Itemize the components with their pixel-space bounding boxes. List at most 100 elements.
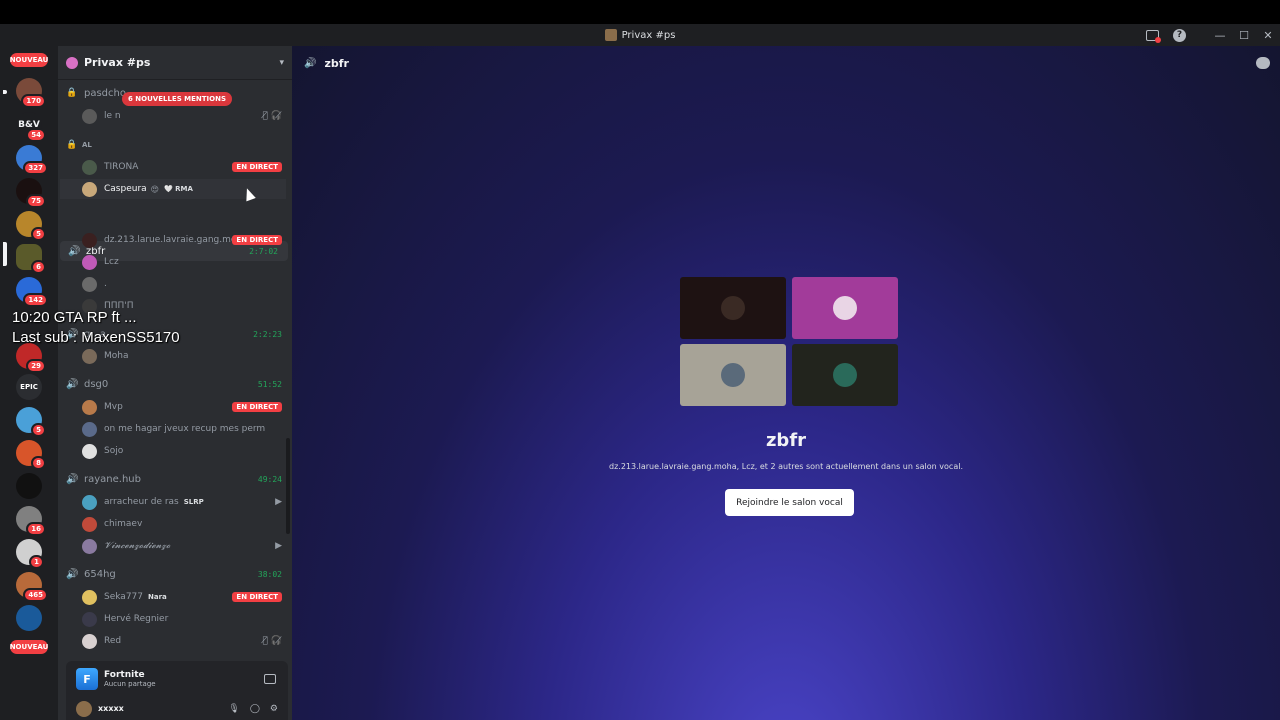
mention-badge: 16 bbox=[26, 522, 46, 536]
server-icon-6-selected[interactable]: 6 bbox=[16, 244, 46, 274]
avatar bbox=[82, 348, 97, 364]
avatar[interactable] bbox=[76, 700, 92, 717]
user-name: 𝓥𝓲𝓷𝓬𝓮𝓷𝔃𝓸𝓭𝓲𝓮𝓷𝔃𝓸 bbox=[104, 541, 171, 551]
server-icon-bv[interactable]: B&V 54 bbox=[16, 112, 46, 142]
participant-tiles bbox=[680, 277, 900, 407]
mention-badge: 5 bbox=[31, 423, 46, 437]
speaker-icon: 🔊 bbox=[66, 378, 79, 390]
server-icon-4[interactable]: 75 bbox=[16, 178, 46, 208]
voice-user[interactable]: dz.213.larue.lavraie.gang.moha EN DIRECT bbox=[58, 230, 292, 250]
user-name: Mvp bbox=[104, 402, 123, 412]
channel-name: 654hg bbox=[84, 568, 116, 580]
server-icon-11[interactable]: 8 bbox=[16, 440, 46, 470]
minimize-icon[interactable]: — bbox=[1208, 29, 1232, 42]
muted-deafened-icons: 🎙̸ 🎧̸ bbox=[262, 636, 282, 646]
voice-channel-rayane[interactable]: 🔊 rayane.hub 49:24 bbox=[58, 469, 292, 489]
participant-tile[interactable] bbox=[680, 344, 786, 406]
voice-user[interactable]: 𝓥𝓲𝓷𝓬𝓮𝓷𝔃𝓸𝓭𝓲𝓮𝓷𝔃𝓸 ▶ bbox=[58, 536, 292, 556]
speaker-icon: 🔊 bbox=[304, 57, 317, 69]
live-badge: EN DIRECT bbox=[232, 402, 282, 412]
user-name: Red bbox=[104, 636, 122, 646]
server-icon-10[interactable]: 5 bbox=[16, 407, 46, 437]
participant-tile[interactable] bbox=[792, 277, 898, 339]
voice-channel-dsg0[interactable]: 🔊 dsg0 51:52 bbox=[58, 374, 292, 394]
chevron-down-icon[interactable]: ▾ bbox=[279, 58, 284, 68]
epic-games-server[interactable]: EPIC bbox=[16, 374, 42, 400]
overlay-line-1: 10:20 GTA RP ft ... bbox=[12, 309, 137, 326]
new-badge-top[interactable]: NOUVEAU bbox=[10, 53, 48, 67]
window-controls: ? — ☐ ✕ bbox=[1146, 24, 1280, 46]
participant-tile[interactable] bbox=[792, 344, 898, 406]
headphones-icon[interactable]: ◯ bbox=[250, 704, 260, 714]
mention-badge: 8 bbox=[31, 456, 46, 470]
help-icon[interactable]: ? bbox=[1173, 28, 1186, 42]
server-icon bbox=[66, 56, 78, 69]
voice-user[interactable]: Moha bbox=[58, 346, 292, 366]
voice-user[interactable]: on me hagar jveux recup mes perm bbox=[58, 419, 292, 439]
microphone-icon[interactable]: 🎙 bbox=[228, 704, 239, 714]
stream-overlay: 10:20 GTA RP ft ... Last sub : MaxenSS51… bbox=[12, 308, 180, 348]
channel-timer: 38:02 bbox=[257, 569, 282, 579]
voice-user[interactable]: Sojo bbox=[58, 441, 292, 461]
user-name: . bbox=[104, 279, 107, 289]
avatar bbox=[82, 494, 97, 510]
user-tag: SLRP bbox=[183, 498, 204, 506]
server-icon-5[interactable]: 5 bbox=[16, 211, 46, 241]
server-icon-1[interactable]: 170 bbox=[16, 78, 46, 108]
voice-user[interactable]: Mvp EN DIRECT bbox=[58, 397, 292, 417]
user-name: Lcz bbox=[104, 257, 119, 267]
video-icon: ▶ bbox=[275, 541, 282, 551]
join-voice-button[interactable]: Rejoindre le salon vocal bbox=[725, 489, 854, 516]
voice-channel-654hg[interactable]: 🔊 654hg 38:02 bbox=[58, 564, 292, 584]
screen-share-icon[interactable] bbox=[264, 674, 276, 684]
avatar bbox=[833, 363, 857, 387]
activity-panel[interactable]: F Fortnite Aucun partage bbox=[66, 661, 288, 697]
voice-channel-title: zbfr bbox=[765, 430, 807, 451]
server-icon-12[interactable] bbox=[16, 473, 42, 499]
chat-bubble-icon[interactable] bbox=[1256, 57, 1270, 69]
voice-channel-description: dz.213.larue.lavraie.gang.moha, Lcz, et … bbox=[609, 462, 963, 471]
new-badge-bottom[interactable]: NOUVEAU bbox=[10, 640, 48, 654]
avatar bbox=[82, 254, 97, 270]
maximize-icon[interactable]: ☐ bbox=[1232, 29, 1256, 42]
avatar bbox=[82, 443, 97, 459]
voice-user[interactable]: . bbox=[58, 274, 292, 294]
channel-timer: 49:24 bbox=[257, 474, 282, 484]
user-name[interactable]: xxxxx bbox=[98, 704, 218, 713]
participant-tile[interactable] bbox=[680, 277, 786, 339]
gear-icon[interactable]: ⚙ bbox=[270, 704, 278, 714]
server-icon-7[interactable]: 142 bbox=[16, 277, 48, 307]
server-icon-3[interactable]: 327 bbox=[16, 145, 48, 175]
avatar bbox=[721, 363, 745, 387]
voice-user[interactable]: Hervé Regnier bbox=[58, 609, 292, 629]
user-name: Moha bbox=[104, 351, 129, 361]
window-title: Privax #ps bbox=[604, 29, 676, 41]
user-name: Sojo bbox=[104, 446, 124, 456]
channel-timer: 2:2:23 bbox=[253, 329, 282, 339]
scrollbar[interactable] bbox=[286, 438, 290, 534]
voice-user[interactable]: Seka777 Nara EN DIRECT bbox=[58, 587, 292, 607]
inbox-icon[interactable] bbox=[1146, 29, 1161, 43]
voice-user[interactable]: Red 🎙̸ 🎧̸ bbox=[58, 631, 292, 651]
mention-badge: 465 bbox=[23, 588, 48, 602]
server-icon-15[interactable]: 465 bbox=[16, 572, 48, 602]
voice-user[interactable]: chimaev bbox=[58, 514, 292, 534]
voice-channel-main: 🔊 zbfr zbfr dz.213.larue.lavraie.gang.mo… bbox=[292, 46, 1280, 720]
mention-badge: 54 bbox=[26, 128, 46, 142]
avatar bbox=[833, 296, 857, 320]
server-icon-13[interactable]: 16 bbox=[16, 506, 46, 536]
avatar bbox=[82, 399, 97, 415]
server-icon-16[interactable] bbox=[16, 605, 42, 631]
voice-user[interactable]: Lcz bbox=[58, 252, 292, 272]
close-icon[interactable]: ✕ bbox=[1256, 29, 1280, 42]
window-title-text: Privax #ps bbox=[621, 29, 676, 41]
user-panel: xxxxx 🎙 ◯ ⚙ bbox=[66, 697, 288, 720]
speaker-icon: 🔊 bbox=[66, 473, 79, 485]
voice-user[interactable]: arracheur de ras SLRP ▶ bbox=[58, 492, 292, 512]
live-badge: EN DIRECT bbox=[232, 235, 282, 245]
user-name: chimaev bbox=[104, 519, 143, 529]
server-icon-14[interactable]: 1 bbox=[16, 539, 44, 569]
channel-name: rayane.hub bbox=[84, 473, 141, 485]
selected-pill bbox=[3, 242, 7, 266]
server-header[interactable]: Privax #ps ▾ bbox=[58, 46, 292, 80]
